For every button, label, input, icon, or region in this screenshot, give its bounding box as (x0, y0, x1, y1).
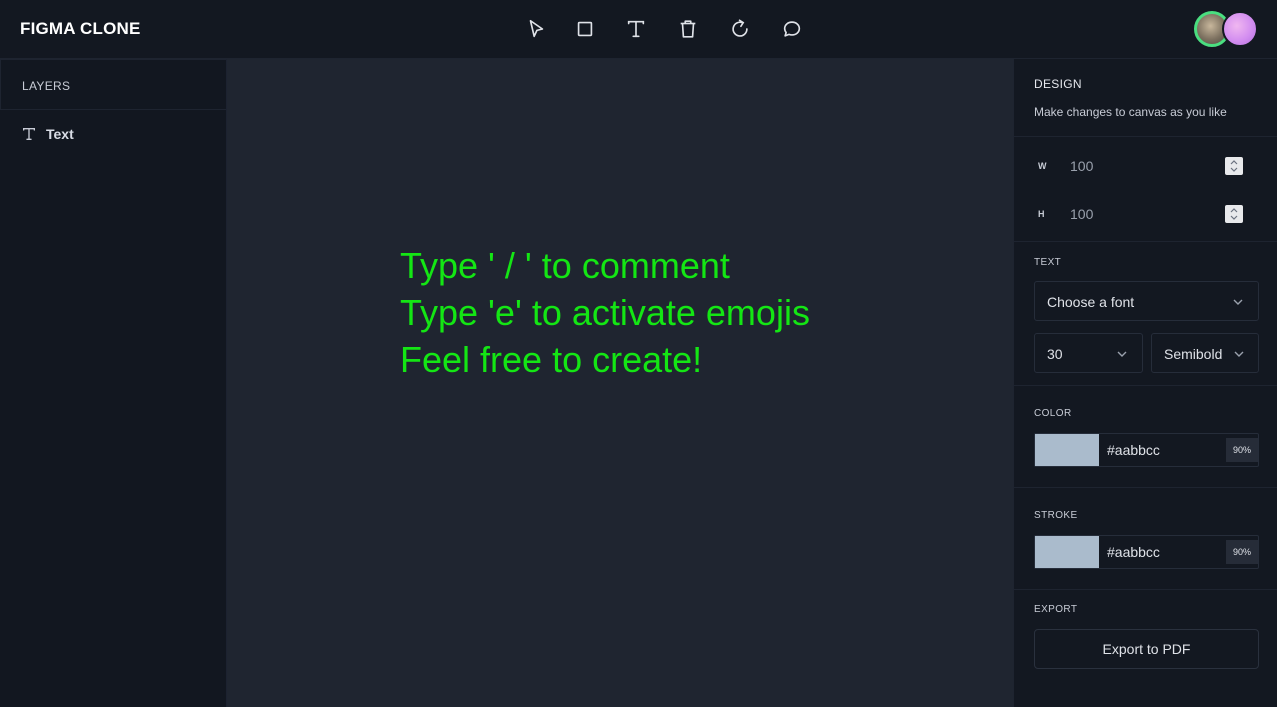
text-section-title: TEXT (1034, 257, 1062, 268)
stroke-color-swatch[interactable] (1035, 536, 1099, 568)
font-family-value: Choose a font (1047, 294, 1135, 310)
select-tool-button[interactable] (523, 16, 549, 42)
stroke-section-title: STROKE (1034, 510, 1078, 521)
chevron-down-icon (1117, 351, 1127, 357)
stepper-arrows-icon (1230, 208, 1238, 220)
stroke-color-field[interactable]: #aabbcc 90% (1034, 535, 1259, 569)
design-panel: DESIGN Make changes to canvas as you lik… (1013, 59, 1277, 707)
comment-tool-button[interactable] (779, 16, 805, 42)
stroke-section: STROKE #aabbcc 90% (1014, 488, 1277, 590)
fill-opacity[interactable]: 90% (1226, 438, 1258, 462)
font-weight-select[interactable]: Semibold (1151, 333, 1259, 373)
layers-panel: LAYERS Text (0, 59, 227, 707)
design-subtitle: Make changes to canvas as you like (1034, 105, 1227, 119)
canvas[interactable]: Type ' / ' to comment Type 'e' to activa… (227, 59, 1013, 707)
layers-header: LAYERS (0, 59, 226, 110)
stroke-opacity[interactable]: 90% (1226, 540, 1258, 564)
width-label: W (1038, 161, 1047, 171)
height-input[interactable]: 100 (1070, 206, 1093, 222)
stepper-arrows-icon (1230, 160, 1238, 172)
fill-color-field[interactable]: #aabbcc 90% (1034, 433, 1259, 467)
height-stepper[interactable] (1225, 205, 1243, 223)
width-input[interactable]: 100 (1070, 158, 1093, 174)
fill-color-hex[interactable]: #aabbcc (1107, 442, 1160, 458)
stroke-color-hex[interactable]: #aabbcc (1107, 544, 1160, 560)
fill-color-swatch[interactable] (1035, 434, 1099, 466)
chevron-down-icon (1233, 299, 1243, 305)
text-t-icon (23, 127, 35, 140)
text-t-icon (627, 20, 645, 38)
canvas-text-line: Type 'e' to activate emojis (400, 292, 810, 333)
rotate-icon (732, 19, 748, 37)
reset-tool-button[interactable] (727, 16, 753, 42)
app-title: FIGMA CLONE (20, 19, 141, 38)
export-pdf-button[interactable]: Export to PDF (1034, 629, 1259, 669)
chevron-down-icon (1234, 351, 1244, 357)
color-section: COLOR #aabbcc 90% (1014, 386, 1277, 488)
canvas-text-line: Feel free to create! (400, 339, 703, 380)
canvas-text-object[interactable]: Type ' / ' to comment Type 'e' to activa… (400, 242, 810, 383)
user-avatar[interactable] (1222, 11, 1258, 47)
font-weight-value: Semibold (1164, 346, 1223, 362)
dimensions-section: W 100 H 100 (1014, 137, 1277, 242)
height-label: H (1038, 209, 1045, 219)
layer-item-text[interactable]: Text (0, 110, 226, 158)
design-title: DESIGN (1034, 77, 1082, 91)
canvas-text-line: Type ' / ' to comment (400, 245, 730, 286)
width-field[interactable]: W 100 (1014, 151, 1277, 183)
trash-icon (680, 20, 696, 38)
width-stepper[interactable] (1225, 157, 1243, 175)
design-section: DESIGN Make changes to canvas as you lik… (1014, 59, 1277, 137)
font-size-value: 30 (1047, 346, 1063, 362)
height-field[interactable]: H 100 (1014, 199, 1277, 231)
top-bar: FIGMA CLONE (0, 0, 1277, 59)
cursor-arrow-icon (529, 19, 544, 38)
rectangle-tool-button[interactable] (572, 16, 598, 42)
text-section: TEXT Choose a font 30 Semibold (1014, 242, 1277, 386)
color-section-title: COLOR (1034, 408, 1072, 419)
square-icon (577, 21, 593, 37)
layer-item-label: Text (46, 126, 74, 142)
export-section-title: EXPORT (1034, 604, 1078, 615)
active-users (1194, 11, 1260, 47)
font-size-select[interactable]: 30 (1034, 333, 1143, 373)
delete-tool-button[interactable] (675, 16, 701, 42)
export-section: EXPORT Export to PDF (1014, 590, 1277, 707)
font-family-select[interactable]: Choose a font (1034, 281, 1259, 321)
text-tool-button[interactable] (623, 16, 649, 42)
chat-bubble-icon (783, 21, 801, 37)
